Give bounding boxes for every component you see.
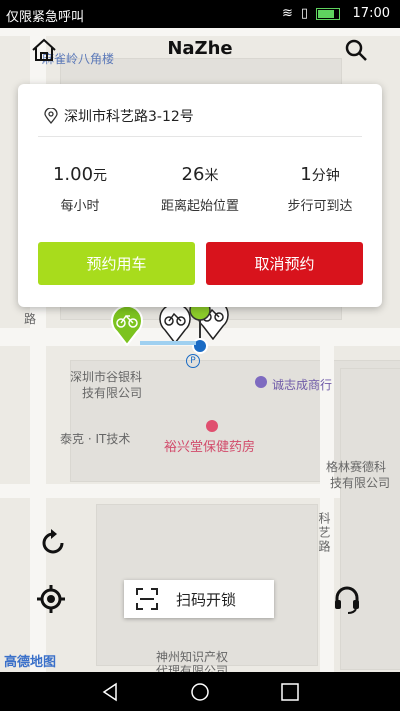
reserve-bike-button[interactable]: 预约用车 [38,242,195,285]
stat-walk-time: 1分钟 步行可到达 [260,164,380,214]
search-icon[interactable] [342,36,370,64]
map-label-ip-line2: 代理有限公司 [156,664,229,672]
stat-distance-label: 距离起始位置 [160,199,239,214]
map-label-road: 路 [24,312,37,326]
stat-distance: 26米 距离起始位置 [140,164,260,214]
sim-icon: ▯ [300,6,308,21]
amap-logo: 高德地图 [4,655,57,670]
back-icon[interactable] [100,682,120,702]
scan-icon [136,588,158,610]
location-icon [44,108,58,124]
map-label-company1-line2: 技有限公司 [82,386,143,400]
stat-walk-value: 1 [300,164,312,185]
locate-me-icon[interactable] [36,584,66,614]
customer-service-icon[interactable] [332,584,362,614]
address-row: 深圳市科艺路3-12号 [44,106,194,126]
map-label-pharmacy: 裕兴堂保健药房 [164,440,256,455]
map-label-company2-line1: 格林赛德科 [326,460,387,474]
clock: 17:00 [352,6,390,21]
status-bar: 仅限紧急呼叫 ≋ ▯ 17:00 [0,0,400,28]
app-bar: NaZhe [0,28,400,70]
parking-icon: P [186,354,200,368]
app-title: NaZhe [167,38,233,59]
shop-pin-icon [255,376,267,388]
route-line [140,341,196,345]
divider [38,136,362,137]
stat-price-value: 1.00 [52,164,94,185]
pharmacy-pin-icon [206,420,218,432]
home-nav-icon[interactable] [190,682,210,702]
battery-icon [316,7,340,20]
bike-marker-selected[interactable] [110,304,144,346]
stat-distance-unit: 米 [204,168,219,184]
cancel-reservation-button[interactable]: 取消预约 [206,242,363,285]
stat-price-label: 每小时 [60,199,100,214]
scan-unlock-label: 扫码开锁 [176,590,237,609]
wifi-icon: ≋ [281,6,293,21]
recents-icon[interactable] [280,682,300,702]
map-label-company1-line1: 深圳市谷银科 [70,370,143,384]
stat-price: 1.00元 每小时 [20,164,140,214]
map-label-shop: 诚志成商行 [272,378,333,392]
refresh-icon[interactable] [38,528,68,558]
stat-walk-label: 步行可到达 [287,199,353,214]
stat-price-unit: 元 [93,168,108,184]
stat-walk-unit: 分钟 [311,168,340,184]
scan-unlock-button[interactable]: 扫码开锁 [124,580,274,618]
map-label-tech: 泰克 · IT技术 [60,432,131,446]
carrier-text: 仅限紧急呼叫 [6,10,85,25]
map-label-road-keyi: 科艺路 [317,512,331,554]
bike-info-card: 深圳市科艺路3-12号 1.00元 每小时 26米 距离起始位置 1分钟 步行可… [18,84,382,307]
stat-distance-value: 26 [181,164,205,185]
android-nav-bar [0,672,400,711]
map-label-company2-line2: 技有限公司 [330,476,391,490]
address-text: 深圳市科艺路3-12号 [64,109,194,125]
